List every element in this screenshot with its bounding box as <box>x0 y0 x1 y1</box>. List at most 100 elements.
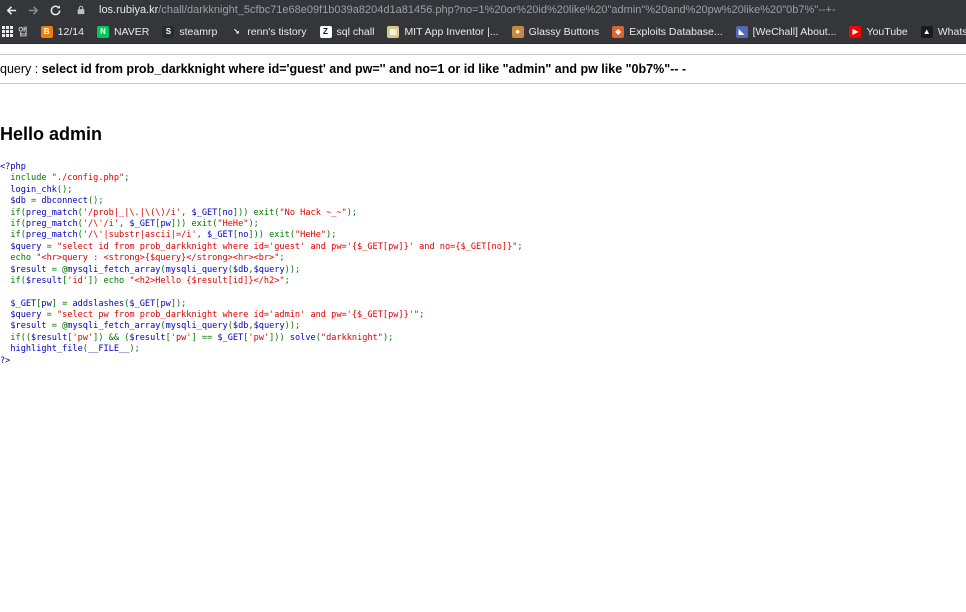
code-token: dbconnect <box>41 196 88 207</box>
bookmark-naver[interactable]: N NAVER <box>96 25 149 38</box>
code-token: ; <box>124 173 130 184</box>
code-token: = <box>46 241 57 252</box>
code-line: $result = @mysqli_fetch_array(mysqli_que… <box>0 265 523 276</box>
code-token: $query <box>253 321 285 332</box>
code-token: $_GET <box>191 207 218 218</box>
tistory-icon: ↘ <box>230 25 243 38</box>
bookmark-label: 앱 <box>18 26 28 38</box>
browser-toolbar: los.rubiya.kr/chall/darkknight_5cfbc71e6… <box>0 0 966 20</box>
code-token: $result <box>0 321 52 332</box>
bookmark-apps-grid[interactable]: 앱 <box>2 24 28 39</box>
code-token: $db <box>232 321 249 332</box>
code-token: pw <box>160 218 171 229</box>
code-token: addslashes <box>72 298 125 309</box>
code-token: highlight_file <box>0 344 83 355</box>
forward-button[interactable] <box>22 0 44 20</box>
code-token: "select pw from prob_darkknight where id… <box>56 310 420 321</box>
code-line: <?php <box>0 162 523 173</box>
wechall-icon: ◣ <box>735 25 748 38</box>
horizontal-rule <box>0 54 966 55</box>
code-token: ])) exit( <box>248 230 295 241</box>
code-line: if(preg_match('/\'|substr|ascii|=/i', $_… <box>0 230 523 241</box>
code-token: <?php <box>0 162 26 172</box>
bookmark-youtube[interactable]: ▶ YouTube <box>849 25 908 38</box>
code-token: ])) exit( <box>170 218 218 229</box>
bookmark-glassy[interactable]: ● Glassy Buttons <box>511 25 599 38</box>
bookmark-blogger[interactable]: B 12/14 <box>40 25 84 38</box>
code-token: = <box>31 196 42 207</box>
code-line: if(preg_match('/prob|_|\.|\(\)/i', $_GET… <box>0 208 523 219</box>
bookmark-mit[interactable]: ▦ MIT App Inventor |... <box>387 25 499 38</box>
code-token: )); <box>284 321 301 332</box>
address-bar[interactable]: los.rubiya.kr/chall/darkknight_5cfbc71e6… <box>74 0 966 20</box>
code-token: __FILE__ <box>87 344 130 355</box>
code-token: mysqli_fetch_array <box>67 264 161 275</box>
youtube-icon: ▶ <box>849 25 862 38</box>
code-token: ; <box>419 310 425 321</box>
code-token: $result <box>25 275 63 286</box>
code-token: = @ <box>51 264 68 275</box>
code-line: login_chk(); <box>0 185 523 196</box>
code-line: $_GET[pw] = addslashes($_GET[pw]); <box>0 299 523 310</box>
reload-icon <box>50 4 60 15</box>
bookmarks-bar: 앱 B 12/14 N NAVER Ssteamrp ↘ renn's tistory Zsql… <box>0 20 966 44</box>
code-token: ] == <box>191 332 218 343</box>
code-token: $_GET <box>129 218 156 229</box>
bookmark-steamrp[interactable]: Ssteamrp <box>162 25 218 38</box>
code-token: '/\'/i' <box>82 218 120 229</box>
query-line: query : select id from prob_darkknight w… <box>0 62 686 76</box>
code-token: no <box>238 230 249 241</box>
code-token: "HeHe" <box>295 230 327 241</box>
bookmark-tistory[interactable]: ↘ renn's tistory <box>230 25 307 38</box>
code-token: 'pw' <box>72 332 94 343</box>
url-path: /chall/darkknight_5cfbc71e68e09f1b039a82… <box>158 4 836 16</box>
code-token: 'pw' <box>248 332 270 343</box>
code-token: , <box>119 218 130 229</box>
code-line: highlight_file(__FILE__); <box>0 344 523 355</box>
php-source-code: <?php include "./config.php"; login_chk(… <box>0 162 523 367</box>
code-token: ]); <box>170 298 187 309</box>
code-token: preg_match <box>25 207 78 218</box>
code-token: ; <box>284 275 290 286</box>
code-token: mysqli_fetch_array <box>67 321 161 332</box>
code-token: 'id' <box>67 275 88 286</box>
z-icon: Z <box>319 25 332 38</box>
code-token: , <box>196 230 207 241</box>
bookmark-z[interactable]: Zsql chall <box>319 25 375 38</box>
code-token: $_GET <box>217 332 244 343</box>
code-token: if( <box>0 218 26 229</box>
code-token: pw <box>160 298 171 309</box>
code-token: if( <box>0 230 26 241</box>
code-token: $_GET <box>0 298 37 309</box>
code-line: $query = "select pw from prob_darkknight… <box>0 310 523 321</box>
code-token: "HeHe" <box>217 218 249 229</box>
code-line: include "./config.php"; <box>0 173 523 184</box>
code-line: ?> <box>0 356 523 367</box>
url-host: los.rubiya.kr <box>99 4 159 16</box>
bookmark-label: sql chall <box>336 25 375 38</box>
bookmark-label: Exploits Database... <box>629 25 723 38</box>
reload-button[interactable] <box>44 0 66 20</box>
code-line: if(($result['pw']) && ($result['pw'] == … <box>0 333 523 344</box>
code-line: $db = dbconnect(); <box>0 196 523 207</box>
code-token: $query <box>0 310 47 321</box>
code-token: ] = <box>51 298 73 309</box>
code-token: mysqli_query <box>165 264 228 275</box>
bookmark-exploitdb[interactable]: ◆ Exploits Database... <box>612 25 723 38</box>
lock-icon[interactable] <box>74 3 88 17</box>
horizontal-rule <box>0 83 966 84</box>
code-token: $query <box>0 241 47 252</box>
bookmark-label: MIT App Inventor |... <box>404 25 499 38</box>
bookmark-whatsmyip[interactable]: ▲ Whats My IP Ad <box>920 25 966 38</box>
code-line: echo "<hr>query : <strong>{$query}</stro… <box>0 253 523 264</box>
code-token: no <box>222 207 233 218</box>
code-token: ]) && ( <box>93 332 130 343</box>
bookmark-label: steamrp <box>179 25 218 38</box>
bookmark-wechall[interactable]: ◣ [WeChall] About... <box>735 25 836 38</box>
code-token: $db <box>232 264 249 275</box>
code-token: = @ <box>51 321 68 332</box>
code-token: solve <box>289 332 316 343</box>
code-token: preg_match <box>25 218 78 229</box>
hello-heading: Hello admin <box>0 124 103 144</box>
back-button[interactable] <box>0 0 22 20</box>
